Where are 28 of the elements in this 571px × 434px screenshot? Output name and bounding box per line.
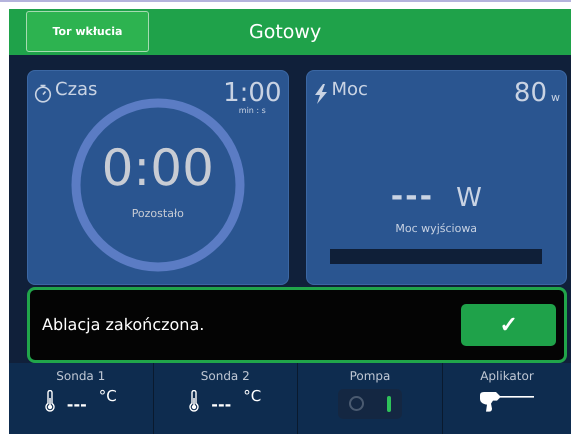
stopwatch-icon bbox=[34, 82, 52, 103]
entry-path-button[interactable]: Tor wkłucia bbox=[26, 11, 149, 52]
pump-label: Pompa bbox=[350, 368, 390, 383]
lightning-icon bbox=[312, 82, 328, 105]
probe-temperature: --- bbox=[211, 394, 232, 414]
set-time: 1:00 bbox=[223, 78, 282, 107]
probe-label: Sonda 1 bbox=[56, 368, 106, 383]
status-title: Gotowy bbox=[249, 20, 322, 43]
pump-toggle[interactable] bbox=[338, 388, 402, 419]
card-title: Moc bbox=[332, 78, 368, 100]
temperature-unit: °C bbox=[98, 387, 117, 406]
temperature-unit: °C bbox=[243, 387, 262, 406]
applicator-label: Aplikator bbox=[480, 368, 534, 383]
thermometer-icon bbox=[189, 390, 200, 412]
alert-message: Ablacja zakończona. bbox=[42, 315, 204, 334]
card-title: Czas bbox=[55, 78, 98, 100]
time-unit: min : s bbox=[238, 106, 266, 115]
output-label: Moc wyjściowa bbox=[395, 222, 478, 235]
thermometer-icon bbox=[44, 390, 55, 412]
output-power: --- bbox=[390, 178, 434, 214]
set-power: 80 bbox=[514, 78, 547, 107]
probe-label: Sonda 2 bbox=[200, 368, 250, 383]
output-unit: W bbox=[456, 182, 482, 213]
probe-temperature: --- bbox=[66, 394, 87, 414]
remaining-label: Pozostało bbox=[132, 207, 184, 220]
power-unit: w bbox=[551, 90, 560, 104]
remaining-time: 0:00 bbox=[102, 141, 214, 196]
confirm-button[interactable]: ✓ bbox=[461, 304, 556, 346]
